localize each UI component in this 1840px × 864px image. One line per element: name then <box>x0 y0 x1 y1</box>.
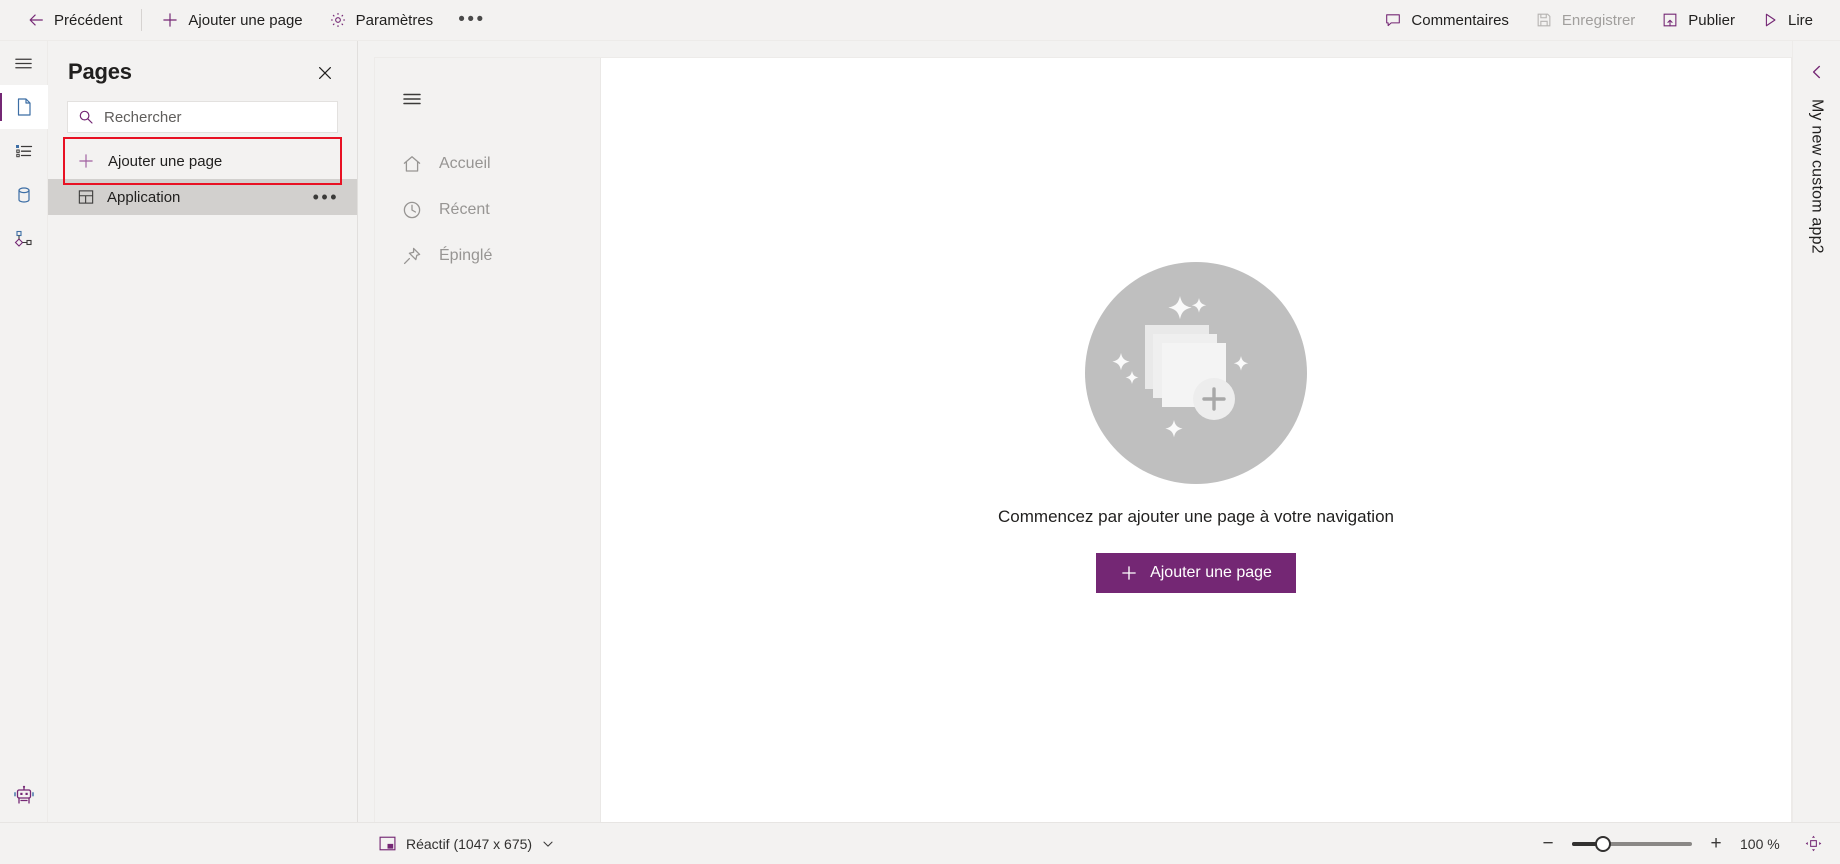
settings-button[interactable]: Paramètres <box>316 1 447 40</box>
preview-nav-item-recent[interactable]: Récent <box>375 187 600 233</box>
publish-upload-icon <box>1661 11 1679 29</box>
home-icon <box>401 153 423 175</box>
add-page-panel-button[interactable]: Ajouter une page <box>67 143 338 179</box>
empty-state-message: Commencez par ajouter une page à votre n… <box>998 506 1394 526</box>
comments-label: Commentaires <box>1411 11 1509 29</box>
preview-nav-pane: Accueil Récent Épinglé <box>375 58 601 822</box>
play-preview-button[interactable]: Lire <box>1748 1 1826 40</box>
fit-to-screen-icon <box>1804 834 1823 853</box>
publish-label: Publier <box>1688 11 1735 29</box>
toolbar-overflow-button[interactable]: ••• <box>446 1 497 40</box>
close-panel-button[interactable] <box>309 57 341 89</box>
app-name-vertical-label: My new custom app2 <box>1808 99 1826 254</box>
save-disk-icon <box>1535 11 1553 29</box>
back-label: Précédent <box>54 11 123 29</box>
pages-panel-title: Pages <box>68 59 132 84</box>
publish-button[interactable]: Publier <box>1648 1 1748 40</box>
play-triangle-icon <box>1761 11 1779 29</box>
search-input[interactable] <box>104 108 327 126</box>
page-tree-item-application[interactable]: Application ••• <box>48 179 357 215</box>
zoom-level-value: 100 % <box>1740 835 1780 852</box>
toolbar-divider <box>141 9 143 31</box>
preview-nav-item-label: Accueil <box>439 155 491 172</box>
comment-bubble-icon <box>1384 11 1402 29</box>
screen-size-selector[interactable]: Réactif (1047 x 675) <box>370 828 563 860</box>
add-page-primary-button[interactable]: Ajouter une page <box>1096 552 1296 593</box>
canvas-area: Accueil Récent Épinglé Commencez par ajo… <box>358 41 1792 822</box>
expand-properties-button[interactable] <box>1797 55 1837 89</box>
preview-hamburger-button[interactable] <box>375 80 600 141</box>
flows-icon <box>13 228 35 250</box>
pages-search-box[interactable] <box>67 101 338 133</box>
zoom-slider[interactable] <box>1572 835 1692 852</box>
status-bar: Réactif (1047 x 675) − + 100 % <box>0 822 1840 864</box>
responsive-screen-icon <box>378 834 397 853</box>
arrow-left-icon <box>27 11 45 29</box>
stacked-pages-plus-illustration <box>998 260 1394 491</box>
page-tree-item-label: Application <box>107 188 181 206</box>
play-label: Lire <box>1787 11 1813 29</box>
plus-icon <box>161 11 179 29</box>
app-preview: Accueil Récent Épinglé Commencez par ajo… <box>374 57 1792 822</box>
right-properties-rail: My new custom app2 <box>1792 41 1840 822</box>
hamburger-icon <box>401 88 423 110</box>
search-icon <box>78 109 94 125</box>
add-page-toolbar-button[interactable]: Ajouter une page <box>148 1 315 40</box>
chevron-down-icon <box>541 837 555 851</box>
pin-icon <box>401 245 423 267</box>
preview-nav-item-label: Épinglé <box>439 247 493 264</box>
pages-panel-header: Pages <box>48 41 357 93</box>
add-page-primary-label: Ajouter une page <box>1150 563 1272 581</box>
preview-nav-item-accueil[interactable]: Accueil <box>375 141 600 187</box>
preview-nav-item-label: Récent <box>439 201 490 218</box>
settings-label: Paramètres <box>355 11 434 29</box>
toolbar-right-group: Commentaires Enregistrer Publier Lire <box>1371 1 1826 40</box>
rail-item-data[interactable] <box>0 173 48 217</box>
screen-size-label: Réactif (1047 x 675) <box>406 835 533 852</box>
pages-icon <box>13 96 35 118</box>
zoom-controls: − + 100 % <box>1536 831 1826 857</box>
save-button: Enregistrer <box>1522 1 1648 40</box>
comments-button[interactable]: Commentaires <box>1371 1 1522 40</box>
preview-nav-item-epingle[interactable]: Épinglé <box>375 233 600 279</box>
zoom-in-button[interactable]: + <box>1704 832 1728 856</box>
add-page-toolbar-label: Ajouter une page <box>188 11 303 29</box>
rail-item-pages[interactable] <box>0 85 48 129</box>
add-page-panel-label: Ajouter une page <box>108 152 223 170</box>
app-layout-icon <box>77 188 95 206</box>
canvas-body: Accueil Récent Épinglé Commencez par ajo… <box>358 41 1792 822</box>
plus-icon <box>77 152 95 170</box>
save-label: Enregistrer <box>1561 11 1636 29</box>
menu-icon <box>13 53 34 74</box>
tree-view-icon <box>13 140 35 162</box>
clock-icon <box>401 199 423 221</box>
zoom-out-button[interactable]: − <box>1536 832 1560 856</box>
pages-search-wrap <box>48 93 357 143</box>
rail-item-tree-view[interactable] <box>0 129 48 173</box>
empty-state: Commencez par ajouter une page à votre n… <box>998 260 1394 593</box>
rail-item-menu[interactable] <box>0 41 48 85</box>
toolbar-left-group: Précédent Ajouter une page Paramètres ••… <box>14 1 498 40</box>
close-icon <box>317 65 333 81</box>
left-icon-rail <box>0 41 48 822</box>
zoom-slider-thumb[interactable] <box>1595 835 1612 852</box>
studio-body: Pages Rechercher Ajouter une page Applic… <box>0 41 1840 822</box>
power-apps-studio: Précédent Ajouter une page Paramètres ••… <box>0 0 1840 864</box>
preview-page-surface: Commencez par ajouter une page à votre n… <box>601 58 1791 822</box>
plus-icon <box>1120 564 1138 582</box>
fit-to-screen-button[interactable] <box>1800 831 1826 857</box>
chevron-left-icon <box>1809 64 1825 80</box>
top-command-bar: Précédent Ajouter une page Paramètres ••… <box>0 0 1840 41</box>
pages-panel: Pages Rechercher Ajouter une page Applic… <box>48 41 358 822</box>
copilot-robot-icon <box>12 784 36 808</box>
add-page-row-wrap: Ajouter une page <box>48 137 357 185</box>
page-tree-item-overflow-button[interactable]: ••• <box>313 187 343 208</box>
back-button[interactable]: Précédent <box>14 1 135 40</box>
rail-item-flows[interactable] <box>0 217 48 261</box>
data-icon <box>13 184 35 206</box>
gear-icon <box>329 11 347 29</box>
rail-item-copilot[interactable] <box>0 770 48 822</box>
